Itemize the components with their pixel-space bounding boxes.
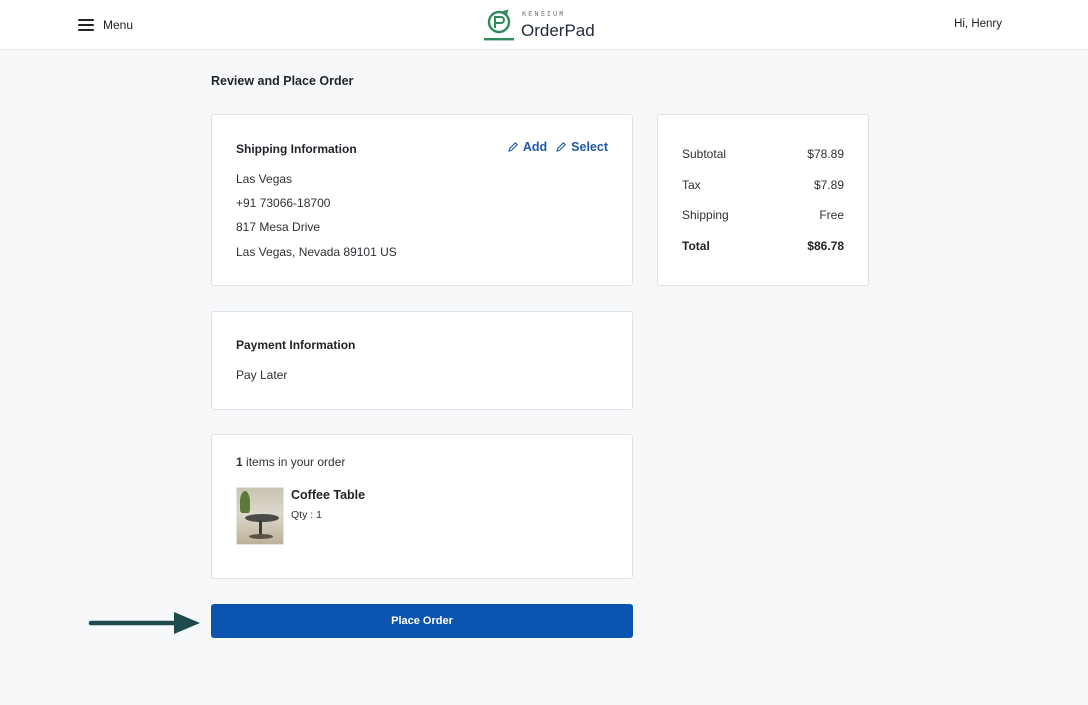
shipping-title: Shipping Information [236,142,357,156]
menu-label: Menu [103,18,134,32]
product-quantity: Qty : 1 [291,509,322,521]
tax-label: Tax [682,178,701,192]
items-count-suffix: items in your order [242,455,346,469]
items-count-line: 1 items in your order [236,455,345,469]
tax-row: Tax $7.89 [682,178,844,192]
shipping-actions: Add Select [507,140,608,154]
payment-method: Pay Later [236,368,288,382]
top-bar: Menu KENSIUM OrderPad Hi, Henry [0,0,1088,50]
shipping-cost-row: Shipping Free [682,208,844,222]
select-address-button[interactable]: Select [555,140,608,154]
subtotal-value: $78.89 [807,147,844,161]
total-label: Total [682,239,710,253]
items-count: 1 [236,455,243,469]
arrow-right-icon [88,612,200,634]
hamburger-icon [78,19,94,31]
add-label: Add [522,140,548,154]
shipping-cost-value: Free [819,208,844,222]
place-order-button[interactable]: Place Order [211,604,633,638]
menu-button[interactable]: Menu [78,16,133,34]
logo-brand: KENSIUM [522,10,566,19]
logo-icon [484,9,514,41]
shipping-name: Las Vegas [236,172,293,186]
shipping-street: 817 Mesa Drive [236,220,321,234]
payment-title: Payment Information [236,338,356,352]
product-name[interactable]: Coffee Table [291,488,365,502]
user-greeting[interactable]: Hi, Henry [954,18,1002,30]
pencil-icon [508,142,518,152]
order-items-card: 1 items in your order Coffee Table Qty :… [211,434,633,579]
select-label: Select [571,140,608,154]
order-summary-card: Subtotal $78.89 Tax $7.89 Shipping Free … [657,114,869,286]
total-row: Total $86.78 [682,239,844,253]
subtotal-label: Subtotal [682,147,727,161]
product-thumbnail[interactable] [236,487,284,545]
pencil-icon [556,142,567,152]
tax-value: $7.89 [813,178,844,192]
subtotal-row: Subtotal $78.89 [682,147,844,161]
shipping-phone: +91 73066-18700 [236,196,331,210]
logo-name: OrderPad [521,20,595,40]
shipping-city-line: Las Vegas, Nevada 89101 US [236,245,397,259]
page-title: Review and Place Order [211,74,354,88]
add-address-button[interactable]: Add [507,140,547,154]
shipping-information-card: Shipping Information Add Select Las Vega… [211,114,633,286]
shipping-cost-label: Shipping [682,208,729,222]
total-value: $86.78 [807,239,844,253]
app-logo[interactable]: KENSIUM OrderPad [483,7,595,43]
payment-information-card: Payment Information Pay Later [211,311,633,410]
